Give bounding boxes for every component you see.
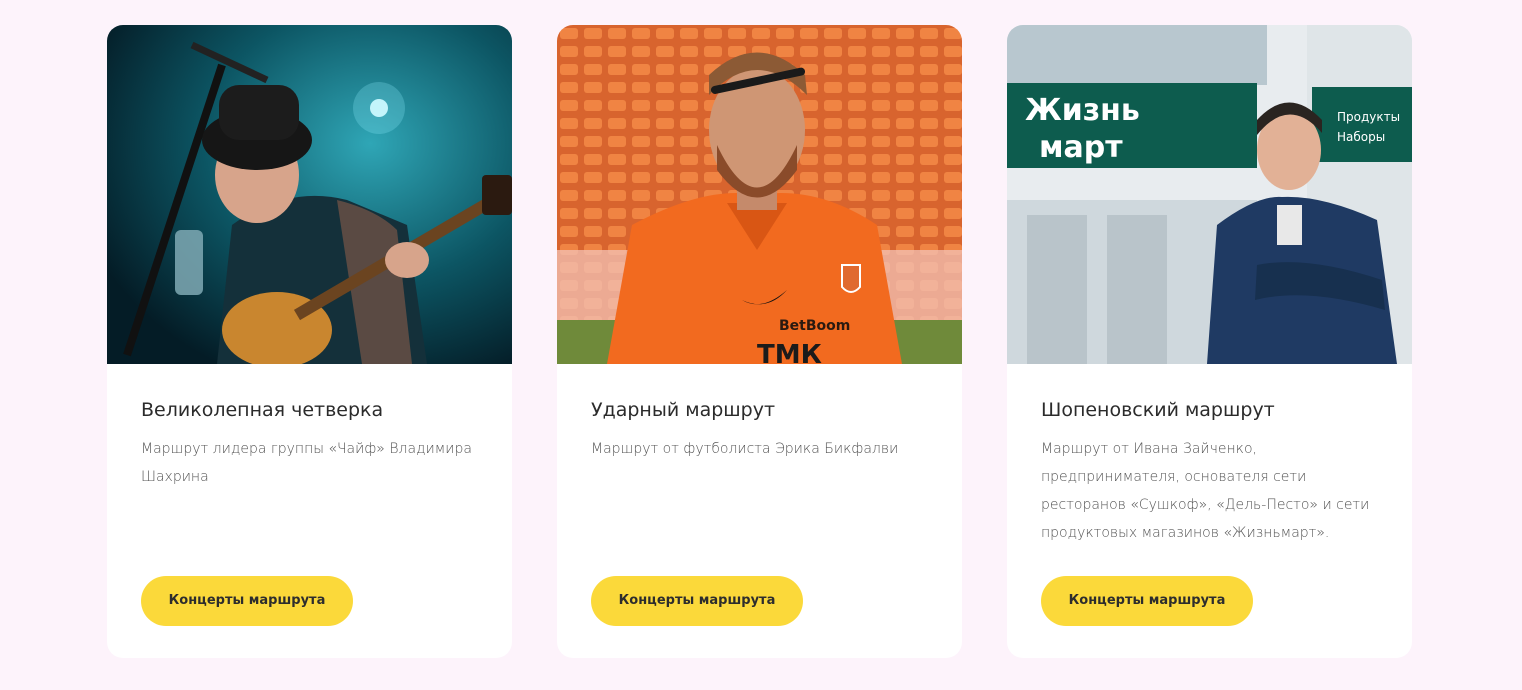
route-title: Великолепная четверка [141, 399, 384, 421]
sponsor-text: BetBoom [779, 318, 850, 334]
store-sign-sets: Наборы [1337, 130, 1385, 144]
route-concerts-button[interactable]: Концерты маршрута [1041, 576, 1253, 626]
route-concerts-button[interactable]: Концерты маршрута [141, 576, 353, 626]
route-card: BetBoom ТМК Ударный маршрут Маршрут от ф… [557, 25, 962, 658]
route-concerts-button[interactable]: Концерты маршрута [591, 576, 803, 626]
route-description: Маршрут лидера группы «Чайф» Владимира Ш… [141, 441, 472, 485]
route-photo: BetBoom ТМК [557, 25, 962, 364]
route-description: Маршрут от футболиста Эрика Бикфалви [591, 441, 899, 457]
jersey-text: ТМК [757, 340, 822, 364]
route-title: Шопеновский маршрут [1041, 399, 1275, 421]
route-cards-section: Великолепная четверка Маршрут лидера гру… [0, 0, 1522, 690]
store-sign-products: Продукты [1337, 110, 1400, 124]
route-title: Ударный маршрут [591, 399, 776, 421]
route-card: Великолепная четверка Маршрут лидера гру… [107, 25, 512, 658]
route-photo: Жизнь март Продукты Наборы [1007, 25, 1412, 364]
store-sign-line2: март [1039, 130, 1123, 165]
route-card: Жизнь март Продукты Наборы Шопеновский м… [1007, 25, 1412, 658]
store-sign-line1: Жизнь [1025, 93, 1140, 128]
route-description: Маршрут от Ивана Зайченко, предпринимате… [1041, 441, 1370, 541]
route-photo [107, 25, 512, 364]
